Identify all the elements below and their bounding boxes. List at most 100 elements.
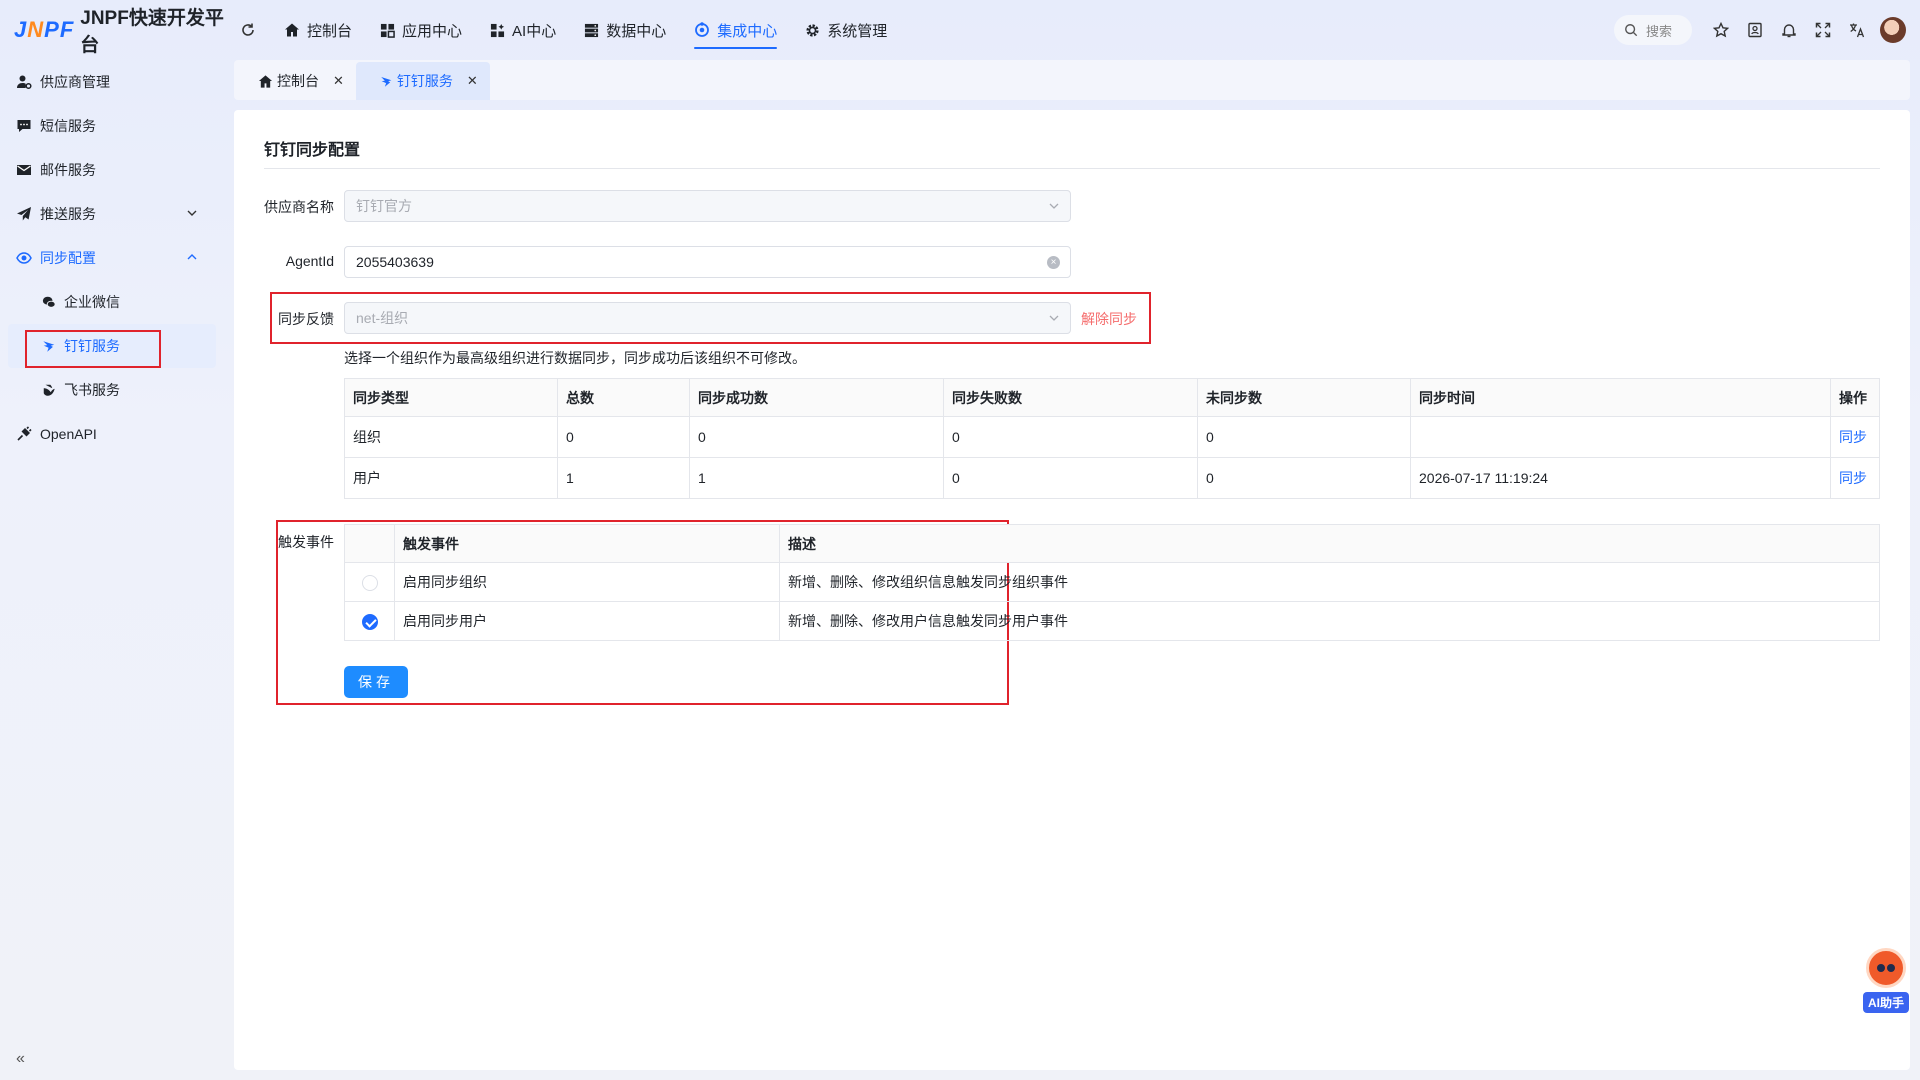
nav-integration-center[interactable]: 集成中心 bbox=[680, 0, 791, 60]
star-icon[interactable] bbox=[1704, 13, 1738, 47]
agent-id-input[interactable]: 2055403639 × bbox=[344, 246, 1071, 278]
wecom-icon bbox=[42, 296, 56, 308]
cell-pending: 0 bbox=[1197, 457, 1411, 499]
sidebar-item-push-service[interactable]: 推送服务 bbox=[0, 192, 232, 236]
database-icon bbox=[585, 23, 599, 37]
grid-icon bbox=[380, 23, 395, 38]
robot-icon bbox=[1866, 948, 1906, 988]
checkbox-cell bbox=[344, 601, 395, 641]
top-header: JNPF JNPF快速开发平台 控制台 应用中心 AI中心 数据中心 集成中心 … bbox=[0, 0, 1920, 60]
sidebar-item-mail-service[interactable]: 邮件服务 bbox=[0, 148, 232, 192]
sidebar-item-label: 企业微信 bbox=[64, 294, 120, 310]
sidebar-item-label: 短信服务 bbox=[40, 118, 96, 134]
translate-icon[interactable] bbox=[1840, 13, 1874, 47]
cell-event: 启用同步组织 bbox=[394, 562, 780, 602]
nav-label: 数据中心 bbox=[606, 22, 667, 40]
cell-event: 启用同步用户 bbox=[394, 601, 780, 641]
chevron-up-icon bbox=[187, 254, 197, 260]
nav-label: 集成中心 bbox=[717, 22, 778, 40]
dingtalk-icon bbox=[381, 76, 392, 87]
paper-plane-icon bbox=[17, 207, 31, 221]
cell-pending: 0 bbox=[1197, 416, 1411, 458]
nav-label: 控制台 bbox=[307, 22, 353, 40]
header-tools: 搜索 bbox=[1614, 0, 1906, 60]
sync-eye-icon bbox=[16, 252, 32, 264]
search-placeholder: 搜索 bbox=[1646, 23, 1673, 39]
bell-icon[interactable] bbox=[1772, 13, 1806, 47]
trigger-events-table: 触发事件 描述 启用同步组织 新增、删除、修改组织信息触发同步组织事件 启用同步… bbox=[344, 524, 1880, 641]
provider-select[interactable]: 钉钉官方 bbox=[344, 190, 1071, 222]
table-row: 启用同步组织 新增、删除、修改组织信息触发同步组织事件 bbox=[344, 562, 1880, 602]
message-icon bbox=[17, 120, 31, 132]
sync-feedback-select[interactable]: net-组织 bbox=[344, 302, 1071, 334]
close-icon[interactable]: ✕ bbox=[333, 73, 344, 89]
nav-label: 系统管理 bbox=[827, 22, 888, 40]
nav-data-center[interactable]: 数据中心 bbox=[570, 0, 680, 60]
provider-value: 钉钉官方 bbox=[356, 198, 412, 214]
search-input[interactable]: 搜索 bbox=[1614, 15, 1692, 45]
plug-icon bbox=[17, 426, 32, 441]
fullscreen-icon[interactable] bbox=[1806, 13, 1840, 47]
close-icon[interactable]: ✕ bbox=[467, 73, 478, 89]
cell-time bbox=[1410, 416, 1831, 458]
integration-icon bbox=[695, 22, 710, 37]
checkbox-cell bbox=[344, 562, 395, 602]
trigger-events-label: 触发事件 bbox=[278, 534, 334, 550]
column-header: 同步失败数 bbox=[943, 378, 1198, 417]
sidebar-item-feishu[interactable]: 飞书服务 bbox=[0, 368, 232, 412]
agent-id-value: 2055403639 bbox=[356, 254, 434, 270]
tab-dingtalk-service[interactable]: 钉钉服务 ✕ bbox=[355, 62, 490, 100]
home-icon bbox=[285, 23, 299, 37]
provider-label: 供应商名称 bbox=[264, 199, 334, 215]
collapse-sidebar-icon[interactable]: « bbox=[16, 1050, 25, 1068]
sidebar-item-sms-service[interactable]: 短信服务 bbox=[0, 104, 232, 148]
event-checkbox[interactable] bbox=[361, 613, 378, 630]
sidebar-item-label: 飞书服务 bbox=[64, 382, 120, 398]
sidebar-highlight-box bbox=[25, 330, 161, 368]
sidebar-item-wecom[interactable]: 企业微信 bbox=[0, 280, 232, 324]
user-avatar[interactable] bbox=[1880, 17, 1906, 43]
ai-grid-icon bbox=[490, 23, 505, 37]
contacts-icon[interactable] bbox=[1738, 13, 1772, 47]
sidebar-item-openapi[interactable]: OpenAPI bbox=[0, 412, 232, 456]
cell-total: 1 bbox=[557, 457, 690, 499]
column-header: 同步类型 bbox=[344, 378, 558, 417]
nav-system-management[interactable]: 系统管理 bbox=[791, 0, 901, 60]
column-header: 操作 bbox=[1830, 378, 1880, 417]
main-panel: 钉钉同步配置 供应商名称 钉钉官方 AgentId 2055403639 × 同… bbox=[234, 110, 1910, 1070]
user-gear-icon bbox=[17, 75, 32, 90]
feishu-icon bbox=[43, 384, 55, 396]
sync-button[interactable]: 同步 bbox=[1830, 416, 1880, 458]
table-header-row: 触发事件 描述 bbox=[344, 524, 1880, 563]
cell-success: 1 bbox=[689, 457, 944, 499]
tab-dashboard[interactable]: 控制台 ✕ bbox=[234, 62, 356, 100]
sidebar-item-label: 供应商管理 bbox=[40, 74, 110, 90]
ai-helper-button[interactable]: AI助手 bbox=[1862, 948, 1910, 1018]
nav-dashboard[interactable]: 控制台 bbox=[270, 0, 366, 60]
cell-fail: 0 bbox=[943, 457, 1198, 499]
tab-label: 钉钉服务 bbox=[396, 73, 453, 89]
sidebar-item-supplier-management[interactable]: 供应商管理 bbox=[0, 60, 232, 104]
nav-app-center[interactable]: 应用中心 bbox=[366, 0, 476, 60]
table-header-row: 同步类型 总数 同步成功数 同步失败数 未同步数 同步时间 操作 bbox=[344, 378, 1880, 417]
refresh-icon[interactable] bbox=[238, 20, 258, 40]
sync-button[interactable]: 同步 bbox=[1830, 457, 1880, 499]
sidebar-item-sync-config[interactable]: 同步配置 bbox=[0, 236, 232, 280]
sidebar-item-label: 邮件服务 bbox=[40, 162, 96, 178]
column-header: 未同步数 bbox=[1197, 378, 1411, 417]
chevron-down-icon bbox=[1049, 203, 1059, 209]
clear-icon[interactable]: × bbox=[1047, 256, 1060, 269]
sync-stats-table: 同步类型 总数 同步成功数 同步失败数 未同步数 同步时间 操作 组织 0 0 … bbox=[344, 378, 1880, 499]
cell-total: 0 bbox=[557, 416, 690, 458]
sync-hint: 选择一个组织作为最高级组织进行数据同步，同步成功后该组织不可修改。 bbox=[344, 350, 806, 366]
save-button[interactable]: 保存 bbox=[344, 666, 408, 698]
chevron-down-icon bbox=[1049, 315, 1059, 321]
app-logo[interactable]: JNPF JNPF快速开发平台 bbox=[0, 3, 232, 57]
cell-time: 2026-07-17 11:19:24 bbox=[1410, 457, 1831, 499]
event-checkbox[interactable] bbox=[361, 574, 378, 591]
cell-desc: 新增、删除、修改用户信息触发同步用户事件 bbox=[779, 601, 1880, 641]
nav-ai-center[interactable]: AI中心 bbox=[476, 0, 570, 60]
unsync-link[interactable]: 解除同步 bbox=[1081, 309, 1137, 329]
cell-fail: 0 bbox=[943, 416, 1198, 458]
sync-feedback-label: 同步反馈 bbox=[278, 311, 334, 327]
